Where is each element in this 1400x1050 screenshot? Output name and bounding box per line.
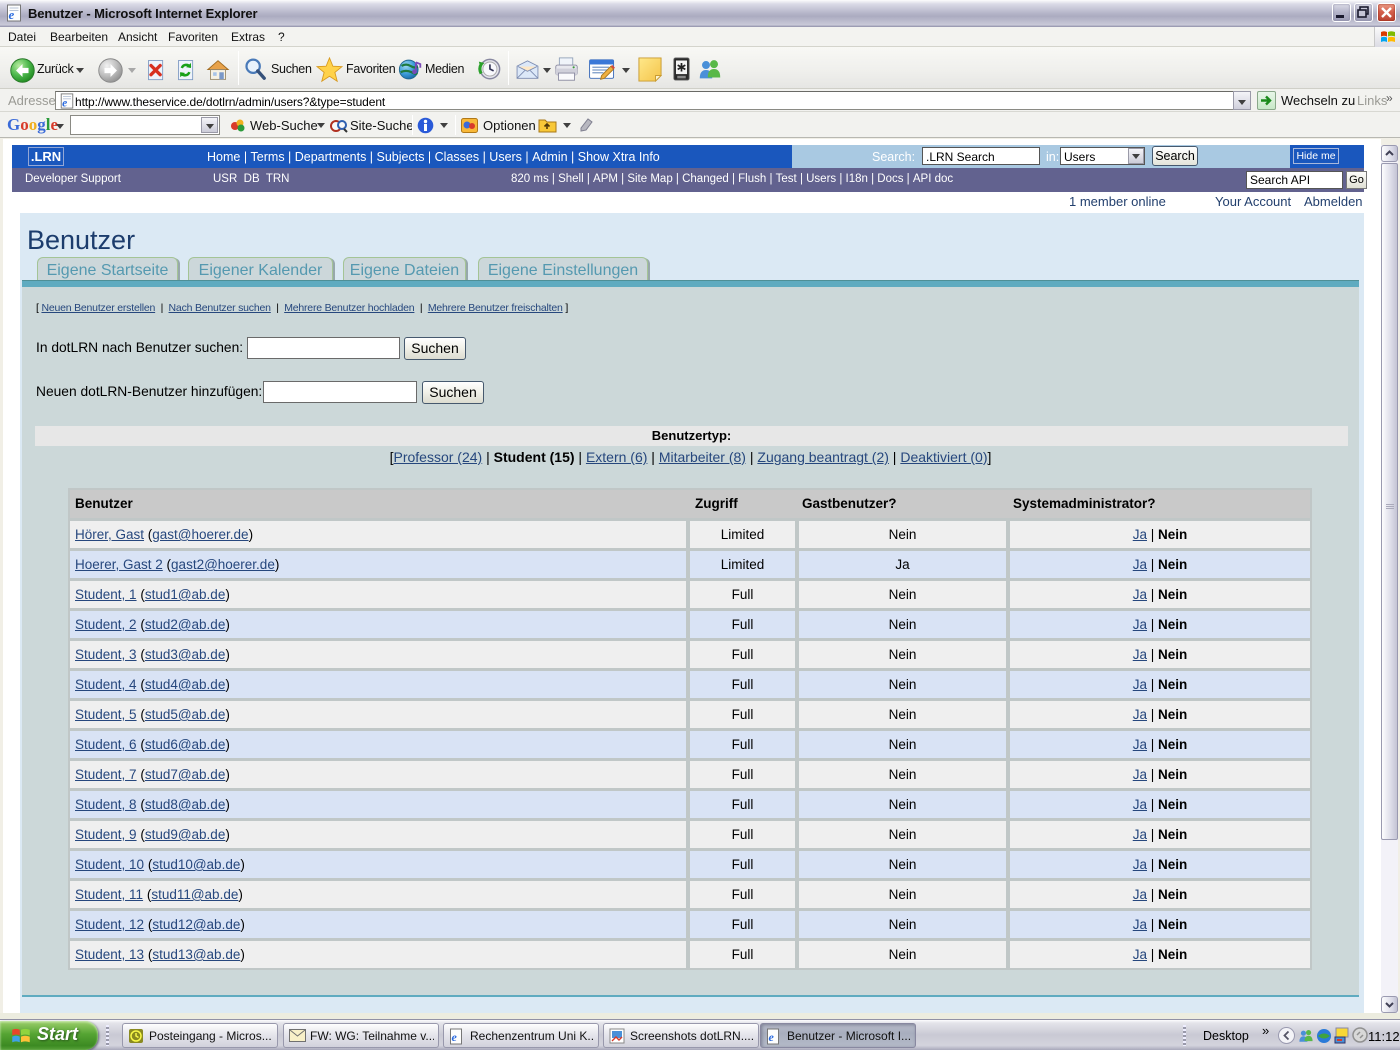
svg-text:e: e	[62, 97, 67, 109]
svg-text:e: e	[9, 7, 15, 22]
svg-text:e: e	[769, 1030, 775, 1044]
svg-text:e: e	[452, 1030, 458, 1044]
